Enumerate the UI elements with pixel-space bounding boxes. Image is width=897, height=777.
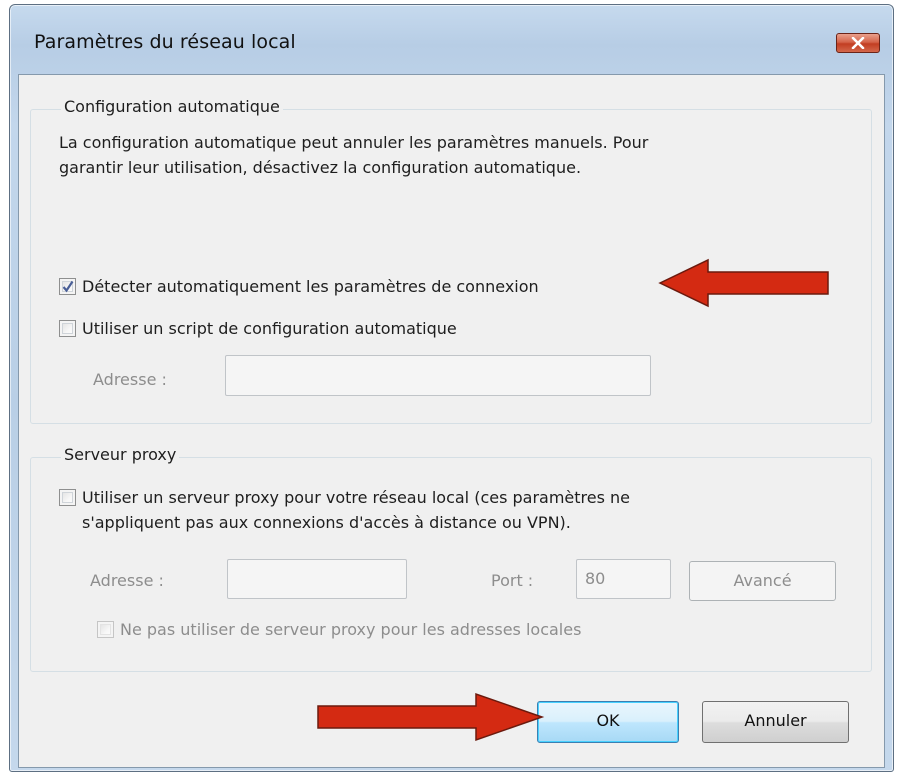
detect-settings-label[interactable]: Détecter automatiquement les paramètres … (82, 275, 539, 299)
auto-config-description-1: La configuration automatique peut annule… (59, 133, 649, 152)
use-proxy-checkbox[interactable] (59, 489, 76, 506)
checkmark-icon (62, 280, 74, 293)
proxy-server-legend: Serveur proxy (61, 445, 180, 464)
script-address-label: Adresse : (93, 370, 167, 389)
proxy-port-label: Port : (491, 571, 534, 590)
lan-settings-dialog: Paramètres du réseau local Configuration… (9, 4, 894, 772)
use-proxy-label-2[interactable]: s'appliquent pas aux connexions d'accès … (82, 511, 571, 535)
auto-config-script-checkbox[interactable] (59, 320, 76, 337)
ok-button[interactable]: OK (537, 701, 679, 743)
dialog-title: Paramètres du réseau local (34, 31, 296, 53)
script-address-input[interactable] (225, 355, 651, 396)
red-arrow-icon (317, 692, 545, 742)
close-icon (851, 37, 865, 49)
title-bar[interactable]: Paramètres du réseau local (10, 5, 893, 75)
use-proxy-label-1[interactable]: Utiliser un serveur proxy pour votre rés… (82, 486, 630, 510)
proxy-address-label: Adresse : (90, 571, 164, 590)
bypass-local-label[interactable]: Ne pas utiliser de serveur proxy pour le… (120, 618, 581, 642)
dialog-body: Configuration automatique La configurati… (18, 74, 885, 768)
auto-config-description-2: garantir leur utilisation, désactivez la… (59, 158, 582, 177)
proxy-address-input[interactable] (227, 559, 407, 599)
detect-settings-checkbox[interactable] (59, 278, 76, 295)
auto-config-script-label[interactable]: Utiliser un script de configuration auto… (82, 317, 457, 341)
proxy-port-input[interactable]: 80 (576, 559, 671, 599)
cancel-button[interactable]: Annuler (702, 701, 849, 743)
advanced-button[interactable]: Avancé (689, 561, 836, 601)
close-button[interactable] (836, 33, 880, 53)
red-arrow-icon (658, 258, 829, 308)
auto-config-legend: Configuration automatique (61, 97, 283, 116)
bypass-local-checkbox[interactable] (97, 621, 114, 638)
